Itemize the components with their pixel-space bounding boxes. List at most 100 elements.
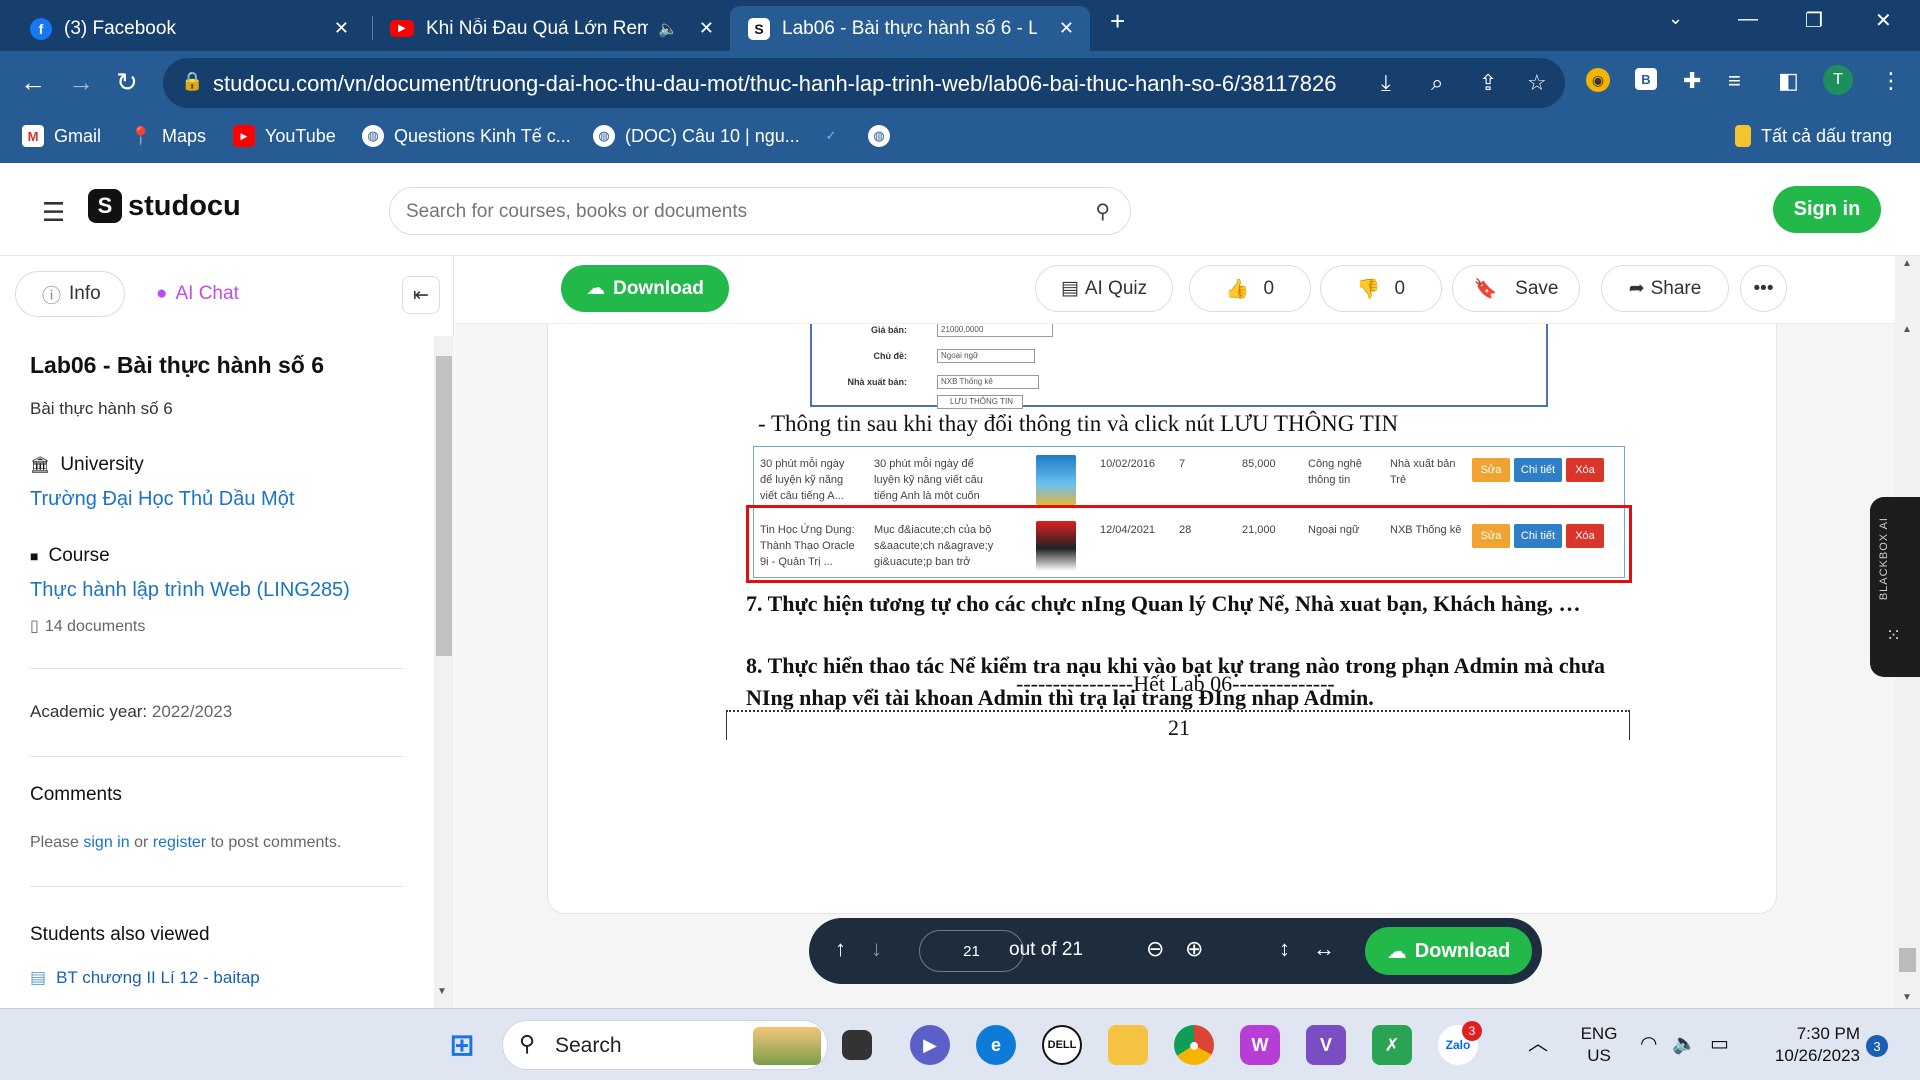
media-control-icon[interactable]: ≡	[1728, 68, 1741, 94]
sidebar-scrollbar[interactable]	[434, 336, 454, 1008]
documents-count-label: 14 documents	[44, 618, 146, 635]
bookmark-questions[interactable]: ◍ Questions Kinh Tế c...	[362, 125, 571, 147]
studocu-logo[interactable]: Sstudocu	[88, 189, 241, 223]
fit-width-icon[interactable]: ↔	[1313, 936, 1335, 962]
save-button[interactable]: 🔖 Save	[1452, 265, 1580, 312]
tab-studocu[interactable]: S Lab06 - Bài thực hành số 6 - Lab ✕	[730, 6, 1090, 51]
browser-tab-strip: f (3) Facebook ✕ ▶ Khi Nỗi Đau Quá Lớn R…	[0, 0, 1920, 51]
comments-register-link[interactable]: register	[153, 834, 206, 851]
close-icon[interactable]: ✕	[699, 18, 714, 39]
extension-b-icon[interactable]: B	[1635, 68, 1657, 90]
share-page-icon[interactable]: ⇪	[1479, 70, 1497, 96]
tab-ai-chat[interactable]: ● AI Chat	[140, 271, 280, 317]
globe-icon: ◍	[868, 125, 890, 147]
tab-info[interactable]: ⓘ Info	[15, 271, 125, 317]
form-value: NXB Thống kê	[937, 375, 1039, 389]
hamburger-menu-icon[interactable]: ☰	[42, 197, 65, 228]
university-link[interactable]: Trường Đại Học Thủ Dầu Một	[30, 488, 294, 511]
tab-search-icon[interactable]: ⌄	[1668, 8, 1683, 29]
ai-quiz-button[interactable]: ▤ AI Quiz	[1035, 265, 1173, 312]
bookmark-label: YouTube	[265, 125, 336, 146]
sign-in-button[interactable]: Sign in	[1773, 186, 1881, 233]
puzzle-icon[interactable]: ✚	[1683, 68, 1701, 94]
scrollbar-thumb[interactable]	[1899, 948, 1916, 972]
bookmark-maps[interactable]: 📍 Maps	[130, 125, 206, 147]
scroll-up-icon[interactable]: ▲	[1902, 324, 1912, 335]
like-button[interactable]: 👍 0	[1189, 265, 1311, 312]
bookmark-bird[interactable]: ✓	[820, 125, 852, 147]
more-options-button[interactable]: •••	[1740, 265, 1787, 312]
also-viewed-item[interactable]: ▤ BT chương II Lí 12 - baitap	[30, 968, 260, 988]
volume-icon[interactable]: 🔈	[1672, 1033, 1697, 1055]
pager-download-button[interactable]: ☁ Download	[1365, 927, 1532, 975]
dell-icon[interactable]: DELL	[1042, 1025, 1082, 1065]
battery-icon[interactable]: ▭	[1710, 1033, 1729, 1055]
tool-icon[interactable]: ✗	[1372, 1025, 1412, 1065]
close-window-button[interactable]: ✕	[1875, 8, 1892, 33]
search-icon[interactable]: ⚲	[1095, 199, 1110, 224]
teams-chat-icon[interactable]: ▶	[910, 1025, 950, 1065]
share-button[interactable]: ➦ Share	[1601, 265, 1729, 312]
search-input[interactable]	[406, 198, 1056, 226]
scroll-down-icon[interactable]: ▼	[1902, 992, 1912, 1003]
document-sidebar: ⓘ Info ● AI Chat ⇤ Lab06 - Bài thực hành s…	[0, 256, 454, 1008]
new-tab-button[interactable]: +	[1110, 6, 1125, 37]
side-panel-icon[interactable]: ◧	[1778, 68, 1799, 94]
show-hidden-icons[interactable]: ︿	[1528, 1033, 1548, 1055]
url-text[interactable]: studocu.com/vn/document/truong-dai-hoc-t…	[213, 71, 1336, 97]
extension-icon[interactable]: ◉	[1586, 68, 1610, 92]
document-viewer[interactable]: Giá bán: 21000,0000 Chủ đề: Ngoại ngữ Nh…	[455, 324, 1895, 1008]
scroll-up-icon[interactable]: ▲	[1902, 258, 1912, 269]
academic-year-label: Academic year:	[30, 702, 148, 721]
table-cell: 30 phút mỗi ngày để luyện kỹ năng viết c…	[760, 458, 845, 502]
zoom-icon[interactable]: ⌕	[1431, 70, 1443, 96]
edge-icon[interactable]: e	[976, 1025, 1016, 1065]
file-explorer-icon[interactable]	[1108, 1025, 1148, 1065]
task-view-icon[interactable]	[842, 1030, 872, 1060]
scrollbar-thumb[interactable]	[436, 356, 452, 656]
wps-icon[interactable]: W	[1240, 1025, 1280, 1065]
forward-icon[interactable]: →	[68, 67, 94, 98]
omnibox[interactable]: 🔒 studocu.com/vn/document/truong-dai-hoc…	[163, 58, 1565, 108]
visual-studio-icon[interactable]: V	[1306, 1025, 1346, 1065]
restore-button[interactable]: ❐	[1805, 8, 1823, 33]
all-bookmarks[interactable]: . Tất cả dấu trang	[1735, 125, 1892, 147]
windows-start-icon[interactable]: ⊞	[442, 1025, 482, 1065]
notification-badge[interactable]: 3	[1866, 1035, 1888, 1057]
close-icon[interactable]: ✕	[1059, 18, 1074, 39]
dislike-button[interactable]: 👎 0	[1320, 265, 1442, 312]
clock[interactable]: 7:30 PM 10/26/2023	[1760, 1023, 1860, 1067]
bookmark-star-icon[interactable]: ☆	[1527, 70, 1547, 96]
install-icon[interactable]: ⤓	[1381, 70, 1391, 96]
chrome-icon[interactable]: ●	[1174, 1025, 1214, 1065]
course-link[interactable]: Thực hành lập trình Web (LING285)	[30, 579, 350, 602]
menu-dots-icon[interactable]: ⋮	[1880, 68, 1902, 94]
tab-youtube[interactable]: ▶ Khi Nỗi Đau Quá Lớn Remix 🔈 ✕	[360, 6, 730, 51]
bookmark-doc[interactable]: ◍ (DOC) Câu 10 | ngu...	[593, 125, 800, 147]
next-page-icon[interactable]: ↓	[871, 936, 882, 962]
search-icon: ⚲	[519, 1031, 536, 1056]
comments-sign-in-link[interactable]: sign in	[83, 834, 129, 851]
previous-page-icon[interactable]: ↑	[835, 936, 846, 962]
tab-facebook[interactable]: f (3) Facebook ✕	[0, 6, 365, 51]
zoom-out-icon[interactable]: ⊖	[1146, 936, 1164, 962]
fit-height-icon[interactable]: ↕	[1279, 936, 1290, 962]
speaker-icon[interactable]: 🔈	[658, 19, 678, 39]
bookmark-globe[interactable]: ◍	[868, 125, 900, 147]
zoom-in-icon[interactable]: ⊕	[1185, 936, 1203, 962]
minimize-button[interactable]: —	[1738, 8, 1758, 31]
close-icon[interactable]: ✕	[334, 18, 349, 39]
reload-icon[interactable]: ↻	[116, 67, 138, 98]
taskbar-search[interactable]: ⚲ Search	[502, 1020, 828, 1070]
collapse-sidebar-icon[interactable]: ⇤	[402, 276, 440, 314]
language-indicator[interactable]: ENG US	[1574, 1023, 1624, 1067]
sidebar-scroll-down-icon[interactable]: ▼	[437, 986, 447, 997]
profile-avatar[interactable]: T	[1823, 65, 1853, 95]
wifi-icon[interactable]: ◠	[1640, 1033, 1657, 1055]
bookmark-youtube[interactable]: ▶ YouTube	[233, 125, 336, 147]
download-button[interactable]: ☁ Download	[561, 265, 729, 312]
bookmark-gmail[interactable]: M Gmail	[22, 125, 101, 147]
blackbox-ai-widget[interactable]: BLACKBOX AI ⁙	[1870, 497, 1920, 677]
comments-text: to post comments.	[210, 834, 342, 851]
back-icon[interactable]: ←	[20, 67, 46, 98]
